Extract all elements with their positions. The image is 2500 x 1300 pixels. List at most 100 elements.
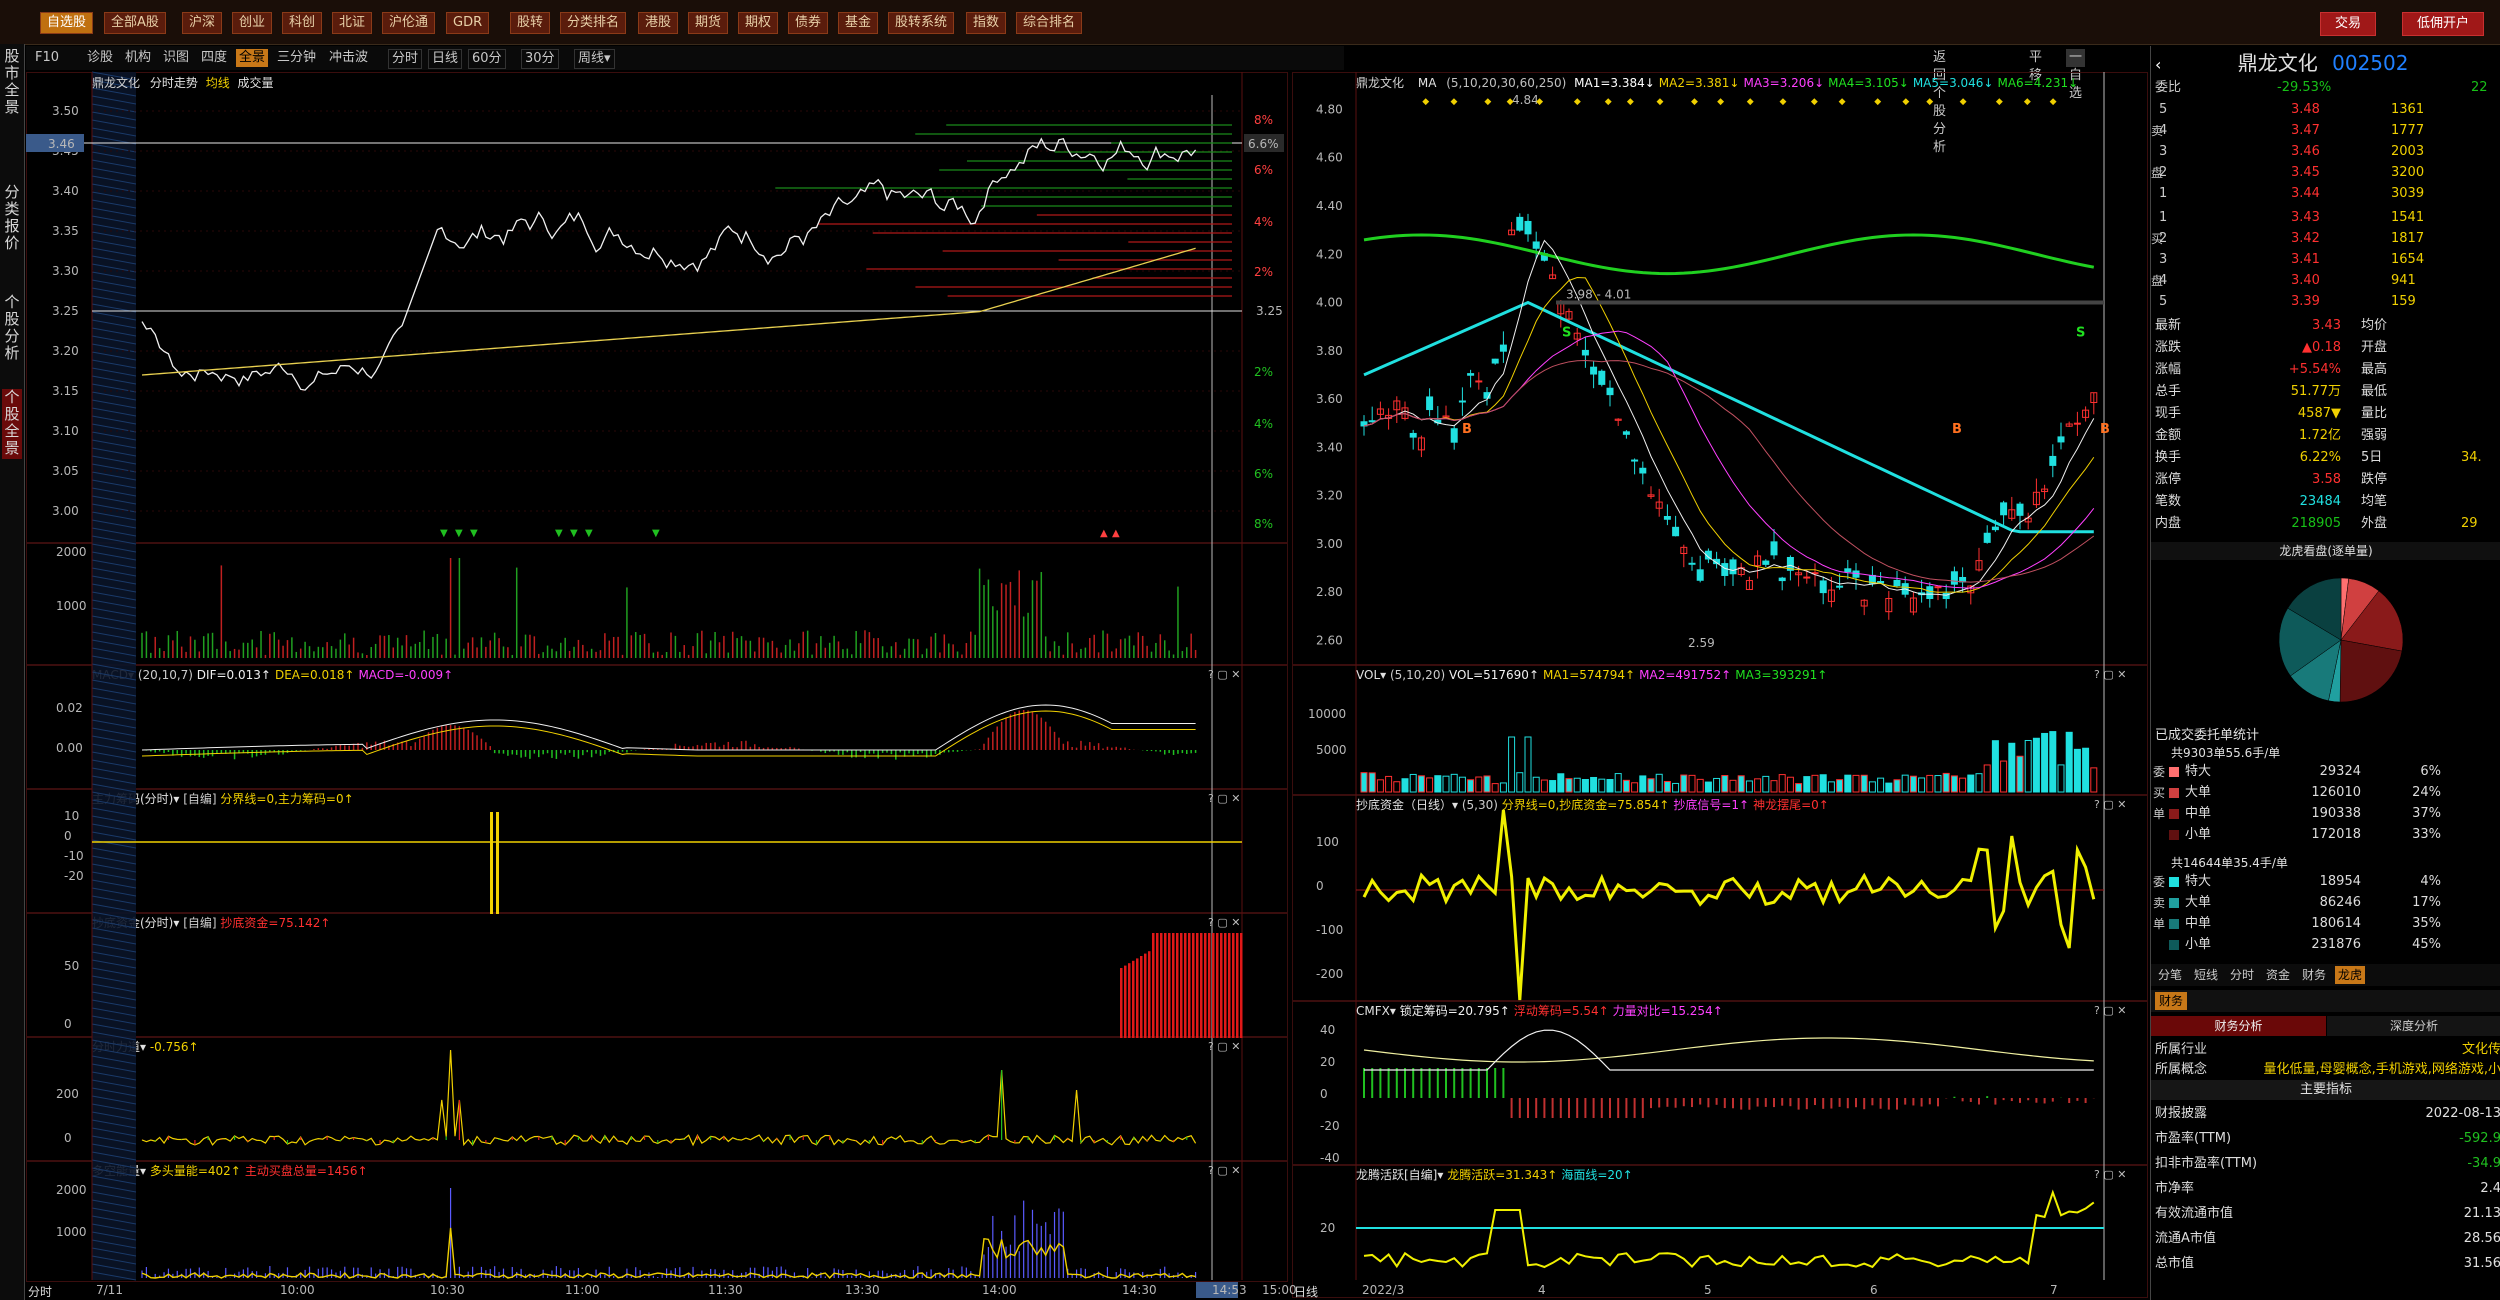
side-label: 单 [2153,807,2166,821]
quote-tab[interactable]: 分笔 [2155,966,2185,984]
daily-price-tick: 2.80 [1316,585,1343,599]
daily-volume-bar [1680,774,1688,793]
order-pct: 24% [2412,785,2441,800]
ma-value: MA3=3.206↓ [1743,76,1825,90]
daily-volume-bar [1467,779,1475,793]
stat-value: 218905 [2291,516,2341,531]
daily-volume-bar [1524,736,1532,793]
trade-button[interactable]: 交易 [2320,12,2377,36]
index-value: 2022-08-13 [2425,1106,2500,1121]
legend-swatch [2169,919,2179,929]
event-marker: ◆ [1605,97,1612,107]
stat-label: 涨停 [2155,472,2182,487]
open-account-button[interactable]: 低佣开户 [2402,12,2485,36]
daily-volume-bar [1868,781,1876,793]
orderbook-volume: 2003 [2391,144,2425,159]
index-label: 扣非市盈率(TTM) [2155,1156,2258,1171]
orderbook-volume: 159 [2391,294,2416,309]
daily-volume-bar [2000,760,2008,793]
date-label: 5 [1704,1283,1712,1297]
bottom-fund-daily-tick: -200 [1316,967,1343,981]
order-type: 中单 [2185,916,2212,931]
orderbook-price[interactable]: 3.46 [2291,142,2320,162]
bottom-fund-bar [1172,933,1175,1038]
orderbook-price[interactable]: 3.48 [2291,100,2320,120]
time-label: 10:30 [430,1283,465,1297]
candle-body [2000,502,2008,516]
quote-tab[interactable]: 龙虎 [2335,966,2366,984]
pct-tick: 4% [1254,215,1273,229]
daily-volume-bar [1458,776,1466,793]
quote-tab[interactable]: 财务 [2299,966,2329,984]
daily-volume-bar [1516,772,1524,793]
legend-swatch [2169,898,2179,908]
daily-volume-bar [1376,779,1384,793]
index-label: 总市值 [2155,1256,2195,1271]
stat-value: 34. [2461,450,2482,465]
time-label: 14:30 [1122,1283,1157,1297]
daily-volume-bar [1385,775,1393,793]
back-icon[interactable]: ‹ [2155,55,2161,74]
order-type: 大单 [2185,785,2212,800]
stat-label: 5日 [2361,450,2383,465]
price-tick: 3.30 [52,264,79,278]
event-marker: ◆ [1691,97,1698,107]
quote-tab[interactable]: 短线 [2191,966,2221,984]
index-label: 市盈率(TTM) [2155,1131,2232,1146]
daily-volume-bar [1950,775,1958,793]
fin-analysis-tab[interactable]: 财务分析 [2151,1016,2326,1036]
intraday-period-select[interactable]: 分时 [28,1283,52,1300]
orderbook-price[interactable]: 3.43 [2291,208,2320,228]
daily-volume-bar [1967,774,1975,793]
index-value: -592.9 [2459,1131,2500,1146]
orderbook-price[interactable]: 3.42 [2291,229,2320,249]
orderbook-price[interactable]: 3.45 [2291,163,2320,183]
legend-swatch [2169,940,2179,950]
orderbook-level: 1 [2159,210,2168,225]
daily-volume-bar [1688,774,1696,793]
orderbook-price[interactable]: 3.39 [2291,292,2320,312]
orderbook-price[interactable]: 3.44 [2291,184,2320,204]
orderbook-price[interactable]: 3.41 [2291,250,2320,270]
candle-body [1524,220,1532,235]
stat-value: +5.54% [2288,362,2341,377]
index-value: 28.56 [2463,1231,2500,1246]
daily-volume-bar [1426,777,1434,793]
daily-volume-bar [1434,775,1442,793]
stat-label: 换手 [2155,450,2182,465]
avg-line [141,247,1196,376]
daily-volume-bar [1729,779,1737,793]
candle-body [2049,455,2057,466]
daily-volume-bar [2073,748,2081,793]
quote-tab[interactable]: 分时 [2227,966,2257,984]
stat-label: 开盘 [2361,340,2388,355]
daily-volume-bar [1991,740,1999,793]
bottom-fund-bar [1180,933,1183,1038]
deep-analysis-tab[interactable]: 深度分析 [2327,1016,2500,1036]
daily-period-select[interactable]: 日线 [1294,1283,1318,1300]
candle-body [1532,241,1540,249]
daily-volume-bar [2049,731,2057,793]
orderbook-volume: 3200 [2391,165,2425,180]
ma-value: MA2=3.381↓ [1658,76,1740,90]
ma-line [1363,330,2095,589]
bottom-fund-bar [1184,933,1187,1038]
bottom-fund-bar [1160,933,1163,1038]
order-type: 大单 [2185,895,2212,910]
event-marker: ◆ [1536,97,1543,107]
candle-body [1991,526,1999,531]
bottom-fund-bar [1144,953,1147,1038]
quote-tab[interactable]: 资金 [2263,966,2293,984]
orderbook-price[interactable]: 3.40 [2291,271,2320,291]
signal-B: B [1952,422,1962,437]
daily-volume-bar [1417,775,1425,793]
event-marker: ◆ [1902,97,1909,107]
bottom-fund-tick: 0 [64,1017,72,1031]
event-marker: ◆ [1451,97,1458,107]
daily-volume-bar [1819,774,1827,793]
fin-tab[interactable]: 财务 [2155,992,2188,1010]
signal-S: S [1562,325,1571,340]
orderbook-price[interactable]: 3.47 [2291,121,2320,141]
macd-tick: 0.02 [56,701,83,715]
event-marker: ◆ [1717,97,1724,107]
